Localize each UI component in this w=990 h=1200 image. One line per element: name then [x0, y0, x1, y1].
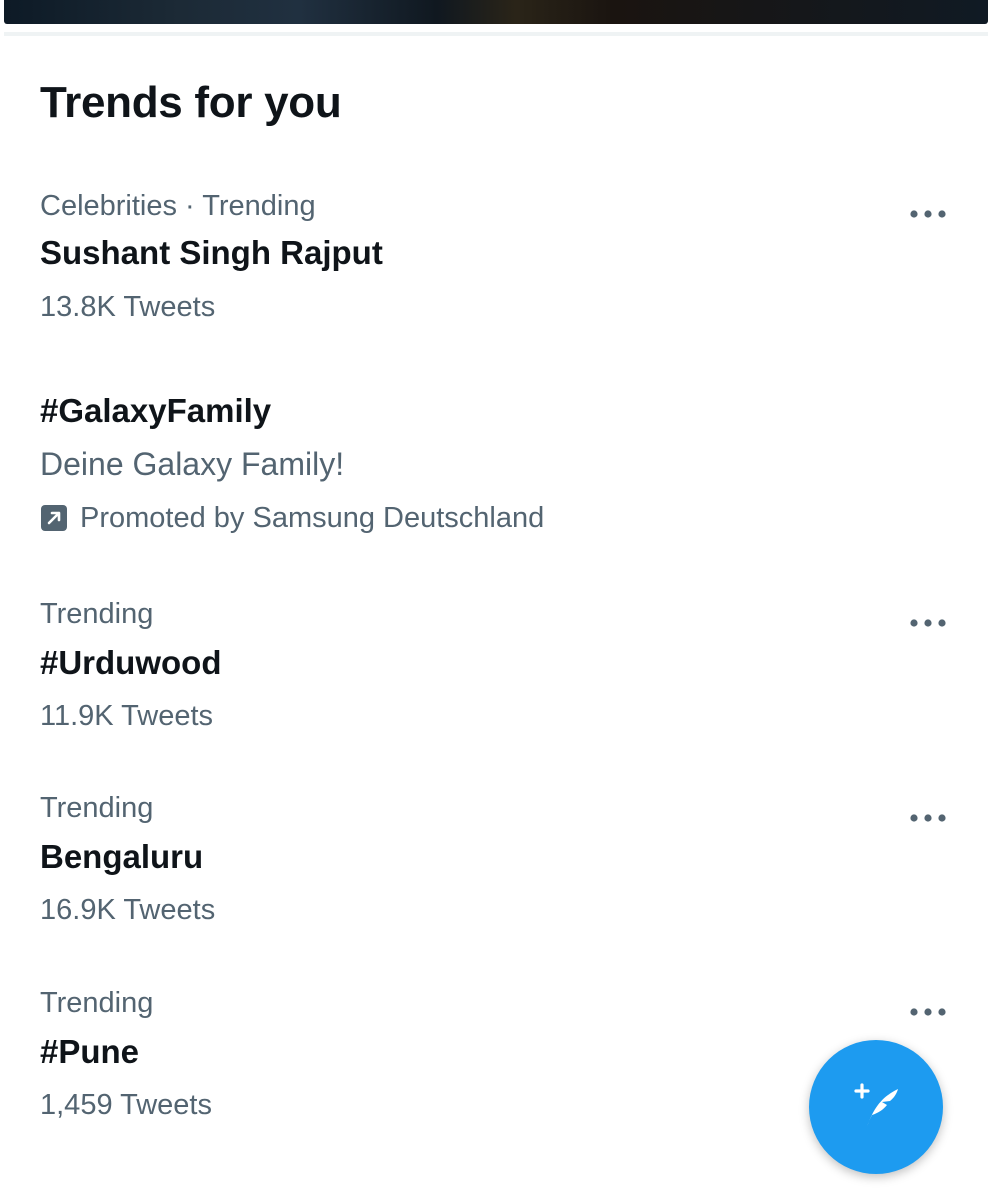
more-options-button[interactable]	[902, 607, 954, 639]
trend-tweet-count: 1,459 Tweets	[40, 1089, 212, 1121]
trend-item[interactable]: Celebrities · Trending Sushant Singh Raj…	[0, 190, 990, 330]
more-horizontal-icon	[910, 814, 946, 822]
trend-name: Bengaluru	[40, 838, 204, 875]
trend-tweet-count: 11.9K Tweets	[40, 700, 214, 732]
trend-meta: Trending	[40, 987, 154, 1019]
trend-meta: Celebrities · Trending	[40, 190, 316, 222]
more-options-button[interactable]	[902, 802, 954, 834]
trend-item[interactable]: Trending Bengaluru 16.9K Tweets	[0, 792, 990, 932]
trend-name: #Pune	[40, 1033, 140, 1070]
trend-name: #Urduwood	[40, 644, 222, 681]
trend-meta: Trending	[40, 792, 154, 824]
section-title: Trends for you	[40, 78, 342, 127]
trend-item[interactable]: Trending #Urduwood 11.9K Tweets	[0, 598, 990, 738]
promoted-trend-name: #GalaxyFamily	[40, 392, 272, 429]
compose-tweet-button[interactable]	[809, 1040, 943, 1174]
trend-tweet-count: 13.8K Tweets	[40, 291, 216, 323]
promoted-arrow-icon	[41, 505, 67, 531]
more-horizontal-icon	[910, 210, 946, 218]
promoted-trend-description: Deine Galaxy Family!	[40, 446, 345, 482]
promoted-by-line[interactable]: Promoted by Samsung Deutschland	[40, 500, 544, 536]
more-options-button[interactable]	[902, 996, 954, 1028]
promoted-by-text: Promoted by Samsung Deutschland	[80, 501, 545, 534]
trend-tweet-count: 16.9K Tweets	[40, 894, 216, 926]
promoted-trend-item[interactable]: #GalaxyFamily Deine Galaxy Family! Promo…	[0, 392, 990, 542]
header-image	[4, 0, 988, 24]
explore-page: Trends for you Celebrities · Trending Su…	[0, 0, 990, 1200]
section-divider	[4, 32, 988, 36]
compose-tweet-icon	[854, 1083, 898, 1127]
trend-name: Sushant Singh Rajput	[40, 234, 383, 271]
more-horizontal-icon	[910, 1008, 946, 1016]
more-options-button[interactable]	[902, 198, 954, 230]
trend-meta: Trending	[40, 598, 154, 630]
more-horizontal-icon	[910, 619, 946, 627]
